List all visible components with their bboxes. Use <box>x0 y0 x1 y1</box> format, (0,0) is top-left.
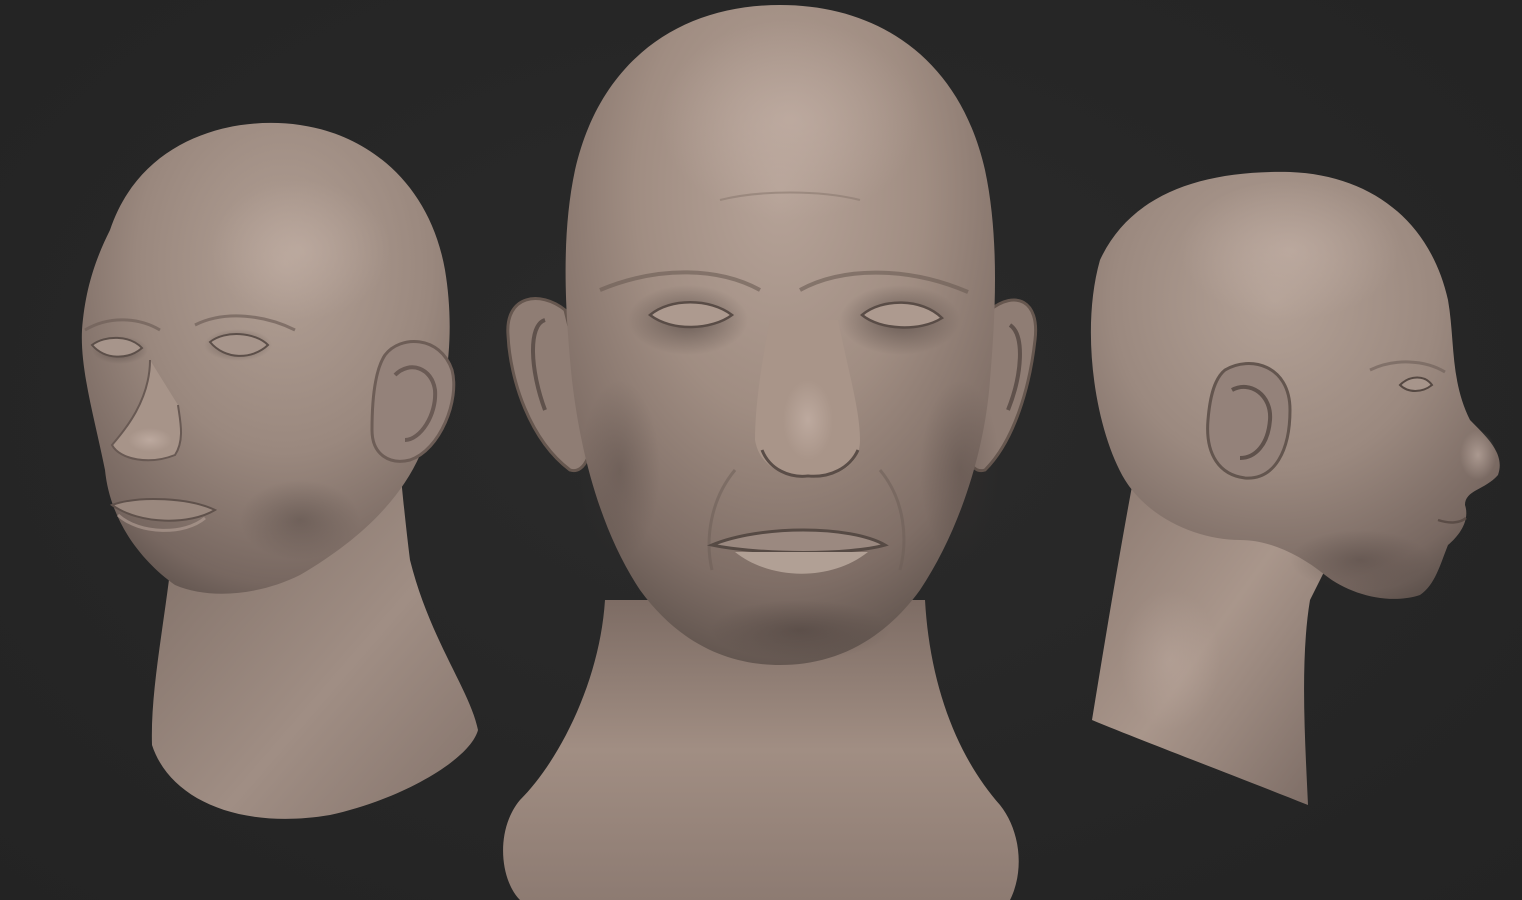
render-viewport <box>0 0 1522 900</box>
sculpt-render <box>81 5 1500 900</box>
ear-right-head <box>1206 362 1292 480</box>
head-front-view <box>503 5 1038 900</box>
head-three-quarter-view <box>81 122 479 819</box>
head-side-view <box>1090 171 1500 805</box>
ear-left-head <box>370 340 456 463</box>
